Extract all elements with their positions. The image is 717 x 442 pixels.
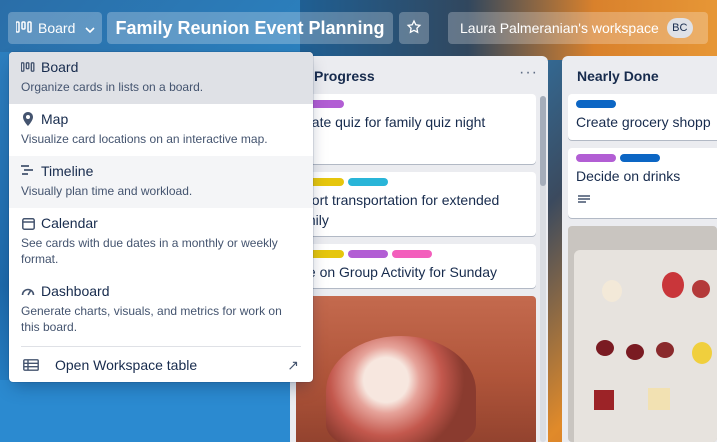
view-switcher-menu: Board Organize cards in lists on a board… (9, 52, 313, 382)
menu-item-label: Map (41, 111, 69, 127)
board-title[interactable]: Family Reunion Event Planning (107, 12, 393, 44)
menu-item-description: See cards with due dates in a monthly or… (21, 236, 278, 266)
card-label[interactable] (348, 250, 388, 258)
menu-item-dashboard[interactable]: Dashboard Generate charts, visuals, and … (9, 276, 313, 342)
menu-item-label: Dashboard (41, 283, 110, 299)
list-title[interactable]: Progress (314, 68, 375, 84)
scrollbar-thumb[interactable] (540, 96, 546, 186)
view-switcher-label: Board (38, 20, 76, 36)
workspace-button[interactable]: Laura Palmeranian's workspace BC (448, 12, 708, 44)
card[interactable]: Decide on drinks (568, 148, 717, 218)
menu-item-description: Visualize card locations on an interacti… (21, 132, 268, 146)
card-title: eate quiz for family quiz night (304, 114, 486, 130)
card[interactable]: Create grocery shopp (568, 94, 717, 140)
table-icon (23, 358, 39, 372)
menu-item-label: Calendar (41, 215, 98, 231)
flower-bouquet-image (326, 336, 476, 442)
dessert-tray-image (574, 250, 717, 442)
card-title: te on Group Activity for Sunday (304, 264, 497, 280)
chevron-down-icon (85, 20, 95, 36)
card-title: Create grocery shopp (576, 114, 711, 130)
board-icon (21, 60, 35, 74)
card-label[interactable] (576, 154, 616, 162)
card-label[interactable] (392, 250, 432, 258)
description-icon (568, 186, 717, 214)
menu-divider (21, 346, 301, 347)
card-label[interactable] (348, 178, 388, 186)
card[interactable]: eate quiz for family quiz night (296, 94, 536, 164)
menu-item-calendar[interactable]: Calendar See cards with due dates in a m… (9, 208, 313, 276)
menu-item-map[interactable]: Map Visualize card locations on an inter… (9, 104, 313, 156)
menu-item-timeline[interactable]: Timeline Visually plan time and workload… (9, 156, 313, 208)
view-switcher-button[interactable]: Board (8, 12, 102, 44)
card[interactable]: te on Group Activity for Sunday (296, 244, 536, 288)
menu-item-label: Board (41, 59, 79, 75)
open-workspace-table-button[interactable]: Open Workspace table ↗ (9, 348, 313, 382)
external-link-icon: ↗ (287, 356, 299, 373)
card-title: Decide on drinks (576, 168, 681, 184)
menu-item-board[interactable]: Board Organize cards in lists on a board… (9, 52, 313, 104)
card-label[interactable] (576, 100, 616, 108)
background-bottom (0, 380, 290, 442)
avatar[interactable]: BC (666, 18, 693, 38)
menu-item-description: Visually plan time and workload. (21, 184, 193, 198)
menu-item-description: Generate charts, visuals, and metrics fo… (21, 304, 282, 334)
star-board-button[interactable] (399, 12, 429, 44)
footer-label: Open Workspace table (55, 357, 198, 373)
card-label[interactable] (620, 154, 660, 162)
map-pin-icon (21, 112, 35, 126)
board-icon (15, 20, 32, 36)
list-menu-button[interactable]: ··· (519, 64, 538, 82)
card-cover-image[interactable] (296, 296, 536, 442)
list-title[interactable]: Nearly Done (577, 68, 659, 84)
card[interactable]: port transportation for extended mily (296, 172, 536, 236)
dashboard-icon (21, 284, 35, 298)
menu-item-label: Timeline (41, 163, 94, 179)
card-cover-image[interactable] (568, 226, 717, 442)
timeline-icon (21, 164, 35, 178)
menu-item-description: Organize cards in lists on a board. (21, 80, 204, 94)
calendar-icon (21, 216, 35, 230)
card-title: port transportation for extended mily (304, 192, 500, 228)
workspace-label: Laura Palmeranian's workspace (460, 20, 659, 36)
star-icon (406, 18, 422, 38)
